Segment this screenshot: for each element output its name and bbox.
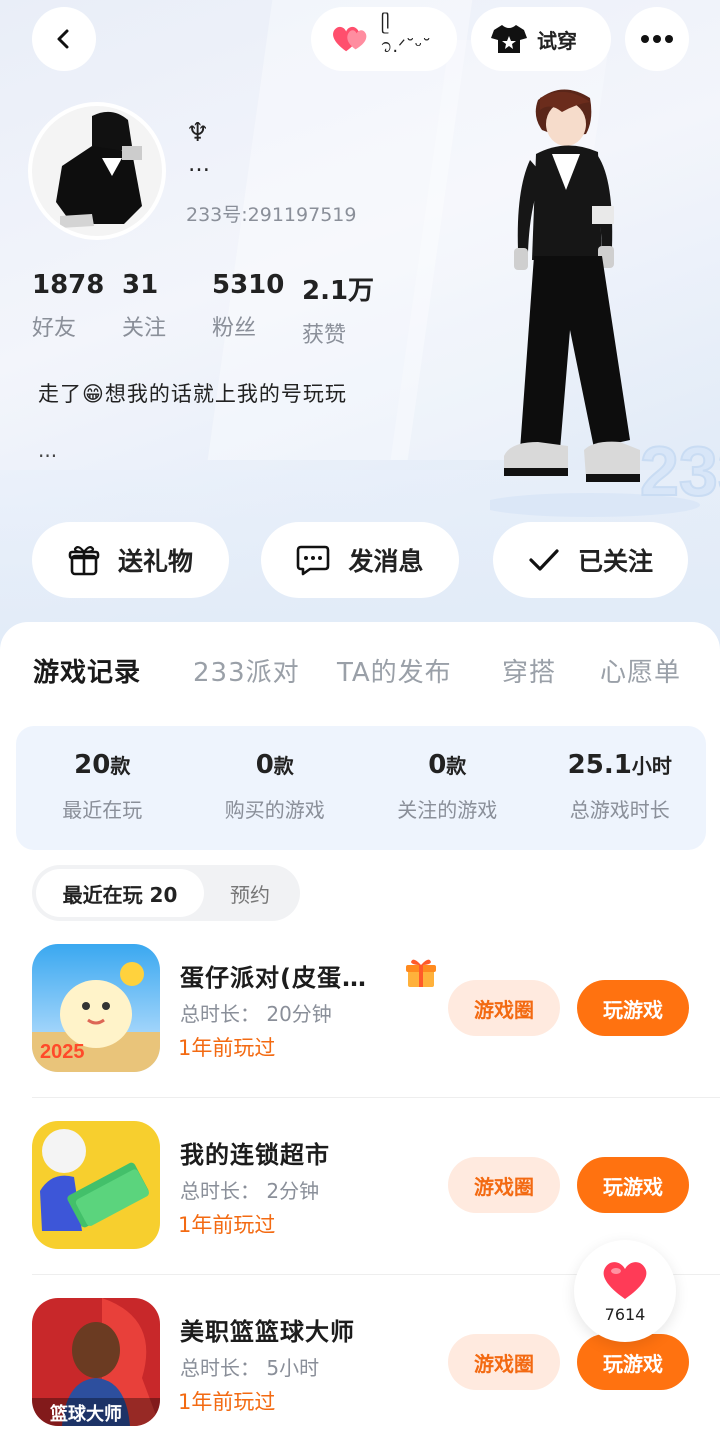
summary-label: 总游戏时长 [569, 798, 670, 822]
like-floating-button[interactable]: 7614 [574, 1240, 676, 1342]
followed-label: 已关注 [577, 547, 653, 576]
game-row[interactable]: 2025 蛋仔派对(皮蛋… 总时长： 20分钟 1年前玩过 游戏圈 玩游戏 [32, 944, 692, 1074]
game-name: 蛋仔派对(皮蛋… [180, 964, 367, 992]
stat-value: 31 [122, 270, 159, 300]
stat-label: 粉丝 [212, 316, 257, 341]
stat-value: 1878 [32, 270, 105, 300]
chevron-left-icon [57, 29, 69, 49]
svg-text:233: 233 [640, 432, 720, 510]
play-game-button[interactable]: 玩游戏 [577, 1157, 689, 1213]
stat-value: 5310 [212, 270, 285, 300]
tshirt-icon [491, 25, 527, 53]
tab-posts[interactable]: TA的发布 [337, 652, 452, 689]
name-symbol: ♆ [186, 118, 210, 148]
summary-unit: 小时 [631, 754, 672, 778]
game-circle-button[interactable]: 游戏圈 [448, 980, 560, 1036]
back-button[interactable] [32, 7, 96, 71]
segment-reserved[interactable]: 预约 [204, 879, 296, 908]
game-circle-button[interactable]: 游戏圈 [448, 1334, 560, 1390]
more-dots-icon [641, 35, 673, 43]
summary-label: 关注的游戏 [397, 798, 498, 822]
mood-button[interactable]: ᥫ᭡.ᐟ˘ᵕ˘ [311, 7, 457, 71]
game-duration: 总时长： 2分钟 [180, 1179, 320, 1203]
profile-avatar[interactable] [28, 102, 166, 240]
gift-icon [68, 545, 100, 576]
summary-unit: 款 [273, 754, 294, 778]
tab-game-records[interactable]: 游戏记录 [33, 652, 141, 689]
play-game-button[interactable]: 玩游戏 [577, 1334, 689, 1390]
segment-recent[interactable]: 最近在玩 20 [36, 869, 204, 917]
summary-value: 0 [428, 750, 447, 780]
more-button[interactable] [625, 7, 689, 71]
game-filter-segment: 最近在玩 20 预约 [32, 865, 300, 921]
stat-value: 2.1万 [302, 276, 375, 306]
user-id[interactable]: 233号:291197519 [186, 200, 356, 227]
game-icon-nba-master: 篮球大师 [32, 1298, 160, 1426]
summary-followed[interactable]: 0款 关注的游戏 [361, 726, 534, 850]
bio-text: 走了😁想我的话就上我的号玩玩 [38, 382, 347, 406]
play-game-button[interactable]: 玩游戏 [577, 980, 689, 1036]
stat-friends[interactable]: 1878 好友 [28, 270, 118, 349]
tab-outfits[interactable]: 穿搭 [502, 652, 556, 689]
game-circle-button[interactable]: 游戏圈 [448, 1157, 560, 1213]
send-gift-button[interactable]: 送礼物 [32, 522, 229, 598]
tab-wishlist[interactable]: 心愿单 [600, 652, 681, 689]
bio-expand[interactable]: ... [38, 438, 57, 462]
divider [32, 1097, 720, 1098]
game-icon-supermarket [32, 1121, 160, 1249]
mood-label: ᥫ᭡.ᐟ˘ᵕ˘ [380, 12, 432, 57]
tab-bar: 游戏记录 233派对 TA的发布 穿搭 心愿单 [0, 652, 720, 741]
game-name: 我的连锁超市 [180, 1141, 330, 1169]
game-name: 美职篮篮球大师 [180, 1318, 355, 1346]
summary-value: 0 [255, 750, 274, 780]
send-gift-label: 送礼物 [117, 547, 193, 576]
game-icon-eggy-party: 2025 [32, 944, 160, 1072]
nickname: … [188, 152, 210, 177]
game-duration: 总时长： 5小时 [180, 1356, 320, 1380]
heart-icon [603, 1261, 647, 1299]
summary-unit: 款 [446, 754, 467, 778]
avatar-image [32, 106, 162, 236]
svg-text:2025: 2025 [40, 1041, 85, 1063]
stat-likes[interactable]: 2.1万 获赞 [298, 270, 388, 349]
summary-purchased[interactable]: 0款 购买的游戏 [189, 726, 362, 850]
double-heart-icon [333, 26, 367, 52]
stat-following[interactable]: 31 关注 [118, 270, 208, 349]
game-duration: 总时长： 20分钟 [180, 1002, 332, 1026]
send-message-label: 发消息 [348, 547, 424, 576]
checkmark-icon [529, 549, 559, 571]
game-last-played: 1年前玩过 [178, 1390, 276, 1414]
try-on-label: 试穿 [537, 28, 577, 53]
summary-value: 25.1 [567, 750, 632, 780]
game-last-played: 1年前玩过 [178, 1036, 276, 1060]
stat-fans[interactable]: 5310 粉丝 [208, 270, 298, 349]
send-message-button[interactable]: 发消息 [261, 522, 459, 598]
summary-playtime[interactable]: 25.1小时 总游戏时长 [534, 726, 707, 850]
game-last-played: 1年前玩过 [178, 1213, 276, 1237]
chat-bubble-icon [297, 545, 330, 576]
gift-box-icon[interactable] [404, 956, 438, 990]
profile-stats: 1878 好友 31 关注 5310 粉丝 2.1万 获赞 [28, 270, 388, 349]
game-summary: 20款 最近在玩 0款 购买的游戏 0款 关注的游戏 25.1小时 总游戏时长 [16, 726, 706, 850]
summary-label: 购买的游戏 [224, 798, 325, 822]
svg-text:篮球大师: 篮球大师 [49, 1403, 122, 1425]
like-count: 7614 [604, 1304, 646, 1324]
stat-label: 关注 [122, 316, 167, 341]
summary-value: 20 [74, 750, 111, 780]
try-on-button[interactable]: 试穿 [471, 7, 611, 71]
summary-unit: 款 [110, 754, 131, 778]
summary-recent[interactable]: 20款 最近在玩 [16, 726, 189, 850]
tab-233-party[interactable]: 233派对 [193, 652, 300, 689]
summary-label: 最近在玩 [62, 798, 143, 822]
game-row[interactable]: 我的连锁超市 总时长： 2分钟 1年前玩过 游戏圈 玩游戏 [32, 1121, 692, 1251]
avatar-figure: 233 [490, 89, 720, 517]
stat-label: 获赞 [302, 323, 347, 348]
stat-label: 好友 [32, 316, 77, 341]
followed-button[interactable]: 已关注 [493, 522, 688, 598]
